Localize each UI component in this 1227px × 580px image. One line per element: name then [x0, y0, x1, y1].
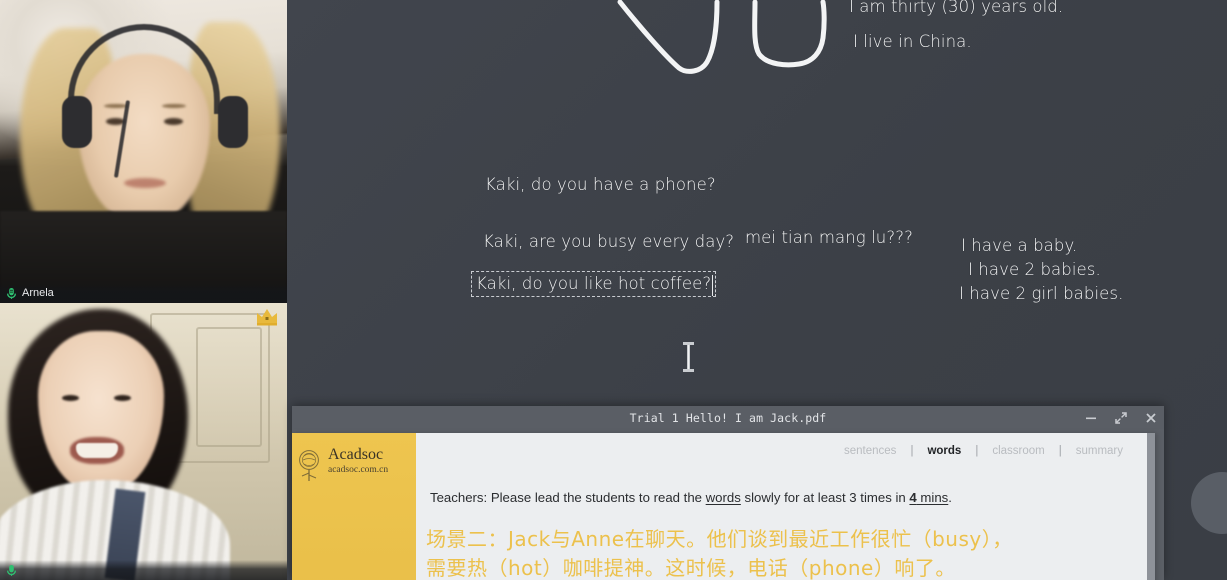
microphone-on-icon: [6, 287, 17, 299]
video-tile-student[interactable]: [0, 303, 287, 580]
pdf-section-nav: sentences | words | classroom | summary: [830, 445, 1137, 457]
whiteboard-text-baby-3[interactable]: I have 2 girl babies.: [959, 284, 1123, 303]
whiteboard-text-baby-2[interactable]: I have 2 babies.: [968, 260, 1101, 279]
classroom-screen: I am thirty (30) years old. I live in Ch…: [0, 0, 1227, 580]
student-name-bar: [0, 560, 287, 580]
nav-tab-classroom[interactable]: classroom: [978, 445, 1058, 457]
whiteboard-textbox-selected[interactable]: Kaki, do you like hot coffee?: [471, 271, 717, 297]
acadsoc-tree-logo: [299, 450, 319, 481]
whiteboard-text-question-busy[interactable]: Kaki, are you busy every day?: [483, 232, 734, 251]
student-video-feed: [0, 303, 287, 580]
nav-tab-words[interactable]: words: [913, 445, 975, 457]
instruction-minutes-unit: mins: [916, 490, 949, 505]
instruction-suffix: .: [948, 490, 952, 505]
nav-tab-sentences[interactable]: sentences: [830, 445, 910, 457]
pdf-content: sentences | words | classroom | summary …: [416, 433, 1155, 580]
chinese-scenario-line-1: 场景二：Jack与Anne在聊天。他们谈到最近工作很忙（busy），: [426, 527, 1013, 551]
pdf-window-title: Trial 1 Hello! I am Jack.pdf: [629, 410, 827, 425]
pdf-window-titlebar[interactable]: Trial 1 Hello! I am Jack.pdf: [292, 406, 1164, 429]
close-button[interactable]: [1144, 411, 1158, 425]
teacher-video-feed: [0, 0, 287, 303]
nav-tab-summary[interactable]: summary: [1062, 445, 1137, 457]
instruction-minutes-number: 4: [909, 490, 917, 505]
whiteboard-text-baby-1[interactable]: I have a baby.: [961, 236, 1077, 255]
close-icon: [1146, 412, 1156, 423]
crown-badge-icon: [257, 309, 277, 326]
text-caret: [712, 275, 714, 296]
microphone-on-icon: [6, 564, 17, 576]
chinese-scenario-line-2: 需要热（hot）咖啡提神。这时候，电话（phone）响了。: [426, 556, 956, 580]
pdf-brand-sidebar: Acadsoc acadsoc.com.cn: [292, 433, 416, 580]
minimize-button[interactable]: [1084, 411, 1098, 425]
whiteboard-text-age[interactable]: I am thirty (30) years old.: [849, 0, 1063, 16]
teacher-name-bar: Arnela: [0, 283, 287, 303]
pdf-page: Acadsoc acadsoc.com.cn sentences | words…: [292, 433, 1155, 580]
pdf-document-area[interactable]: Acadsoc acadsoc.com.cn sentences | words…: [292, 429, 1164, 580]
video-tile-teacher[interactable]: Arnela: [0, 0, 287, 303]
instruction-middle: slowly for at least 3 times in: [740, 490, 910, 505]
window-controls: [1084, 406, 1158, 429]
instruction-words-underline: words: [705, 490, 741, 505]
acadsoc-name: Acadsoc: [328, 446, 384, 463]
maximize-button[interactable]: [1114, 411, 1128, 425]
whiteboard-text-pinyin[interactable]: mei tian mang lu???: [745, 228, 913, 247]
minimize-icon: [1086, 417, 1096, 419]
i-beam-text-cursor: [683, 342, 694, 372]
pdf-viewer-window[interactable]: Trial 1 Hello! I am Jack.pdf Acadsoc aca…: [292, 406, 1164, 580]
floating-round-control[interactable]: [1191, 472, 1227, 534]
whiteboard-textbox-selected-text: Kaki, do you like hot coffee?: [476, 274, 712, 293]
instruction-prefix: Teachers: Please lead the students to re…: [430, 490, 706, 505]
teacher-name-label: Arnela: [22, 287, 54, 299]
pdf-vertical-scrollbar[interactable]: [1147, 433, 1155, 580]
v-shape-stroke: [617, 0, 720, 74]
maximize-icon: [1115, 411, 1127, 424]
whiteboard-text-question-phone[interactable]: Kaki, do you have a phone?: [485, 175, 716, 194]
teacher-instruction-text: Teachers: Please lead the students to re…: [430, 490, 952, 505]
acadsoc-brand: Acadsoc acadsoc.com.cn: [298, 446, 389, 483]
u-shape-stroke: [752, 0, 827, 68]
whiteboard-text-country[interactable]: I live in China.: [853, 32, 972, 51]
acadsoc-url: acadsoc.com.cn: [328, 464, 389, 475]
